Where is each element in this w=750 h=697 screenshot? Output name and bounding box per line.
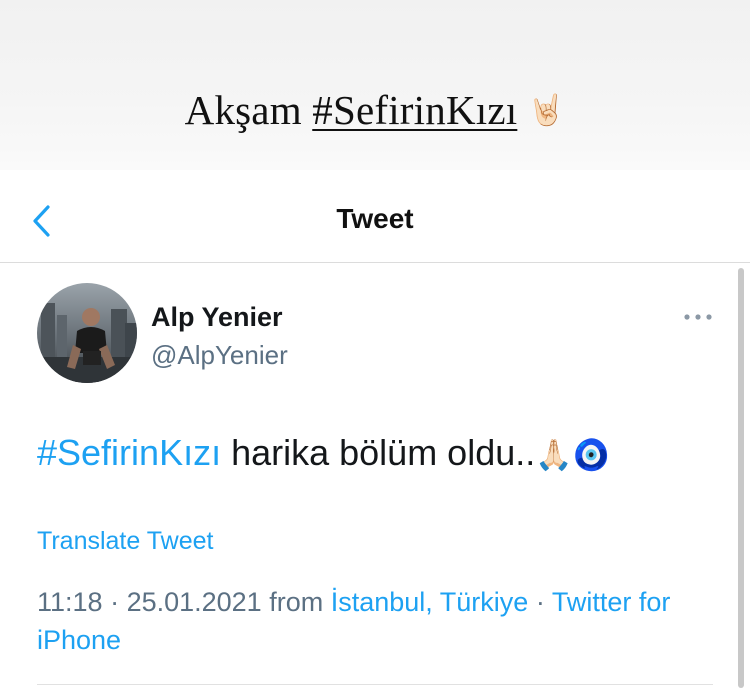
story-caption-bar: Akşam #SefirinKızı 🤘🏻 [0, 0, 750, 170]
tweet-date: 25.01.2021 [126, 587, 262, 617]
meta-separator-2: · [528, 587, 552, 617]
page-title: Tweet [336, 203, 414, 234]
tweet-text: #SefirinKızı harika bölüm oldu..🙏🏻🧿 [37, 432, 610, 474]
tweet-body: harika bölüm oldu.. [221, 432, 536, 473]
tweet-header: Tweet [0, 170, 750, 263]
rock-hand-emoji: 🤘🏻 [527, 94, 566, 127]
more-horizontal-icon[interactable] [682, 312, 714, 322]
translate-tweet-link[interactable]: Translate Tweet [37, 527, 213, 556]
avatar-photo [37, 283, 137, 383]
story-caption-prefix: Akşam [184, 87, 313, 133]
story-caption: Akşam #SefirinKızı 🤘🏻 [0, 86, 750, 134]
author-name[interactable]: Alp Yenier [151, 302, 283, 333]
meta-from: from [261, 587, 331, 617]
tweet-emojis: 🙏🏻🧿 [535, 439, 610, 472]
meta-separator: · [102, 587, 127, 617]
scrollbar[interactable] [738, 268, 744, 688]
tweet-hashtag-link[interactable]: #SefirinKızı [37, 432, 221, 473]
tweet-time: 11:18 [37, 587, 103, 617]
story-caption-hashtag: #SefirinKızı [312, 87, 518, 133]
avatar[interactable] [37, 283, 137, 383]
author-handle[interactable]: @AlpYenier [151, 340, 288, 371]
divider [37, 684, 713, 685]
tweet-location-link[interactable]: İstanbul, Türkiye [331, 587, 529, 617]
tweet-meta: 11:18 · 25.01.2021 from İstanbul, Türkiy… [37, 583, 727, 659]
